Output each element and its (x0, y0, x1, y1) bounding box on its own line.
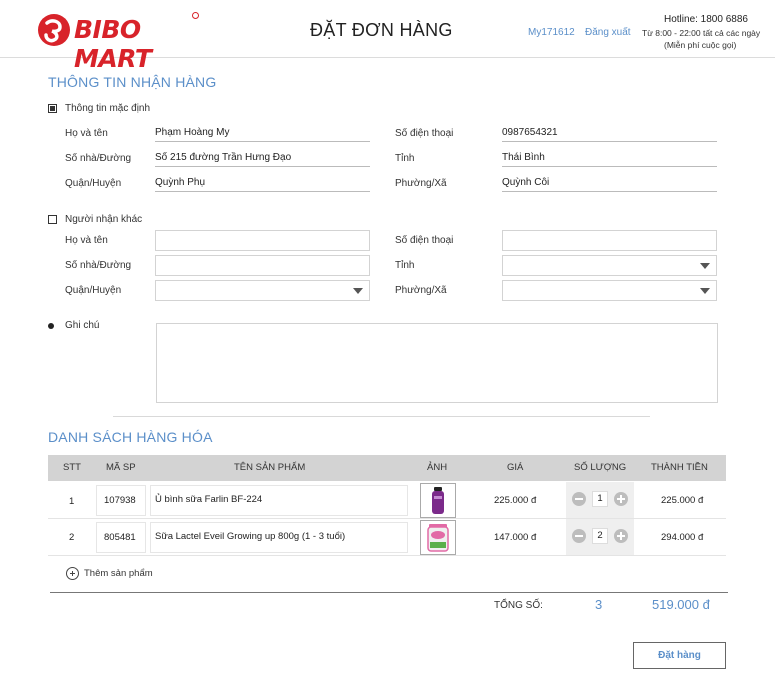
district-label: Quận/Huyện (65, 178, 122, 189)
phone-label: Số điện thoại (395, 128, 454, 139)
name-label: Họ và tên (65, 128, 108, 139)
total-label: TỔNG SỐ: (494, 600, 543, 611)
bottle-warmer-icon (432, 487, 444, 514)
place-order-button[interactable]: Đặt hàng (633, 642, 726, 669)
default-district-value: Quỳnh Phụ (155, 176, 370, 192)
other-address-label: Số nhà/Đường (65, 260, 132, 271)
other-receiver-checkbox[interactable] (48, 215, 57, 224)
row-stt: 1 (69, 496, 75, 507)
product-image-bottle-warmer[interactable] (420, 483, 456, 518)
section-divider (113, 416, 650, 417)
col-quantity: SỐ LƯỢNG (574, 462, 627, 473)
note-label: Ghi chú (65, 320, 100, 331)
note-textarea[interactable] (156, 323, 718, 403)
bibomart-logo[interactable]: BIBO MART (38, 12, 200, 73)
province-label: Tỉnh (395, 153, 415, 164)
product-image-milk-can[interactable] (420, 520, 456, 555)
row-product-name[interactable]: Sữa Lactel Eveil Growing up 800g (1 - 3 … (155, 531, 345, 542)
quantity-stepper: 2 (566, 519, 634, 555)
table-row: 1 107938 Ủ bình sữa Farlin BF-224 225.00… (48, 482, 726, 519)
col-price: GIÁ (507, 462, 524, 473)
default-info-label: Thông tin mặc định (65, 103, 151, 114)
account-link[interactable]: My171612 (528, 27, 575, 38)
receiver-section-title: THÔNG TIN NHẬN HÀNG (48, 74, 217, 90)
add-circle-icon (66, 567, 79, 580)
free-call-note: (Miễn phí cuộc gọi) (664, 40, 737, 50)
logout-link[interactable]: Đăng xuất (585, 27, 631, 38)
other-phone-label: Số điện thoại (395, 235, 454, 246)
chevron-down-icon (353, 288, 363, 294)
other-ward-label: Phường/Xã (395, 285, 447, 296)
milk-can-icon (427, 524, 449, 552)
hotline-text: Hotline: 1800 6886 (664, 14, 748, 25)
chevron-down-icon (700, 263, 710, 269)
products-table-header: STT MÃ SP TÊN SẢN PHẨM ẢNH GIÁ SỐ LƯỢNG … (48, 455, 726, 481)
logo-text: BIBO MART (74, 15, 152, 73)
other-name-input[interactable] (155, 230, 370, 251)
quantity-stepper: 1 (566, 482, 634, 518)
row-name-cell: Ủ bình sữa Farlin BF-224 (150, 485, 408, 516)
quantity-input[interactable]: 1 (592, 491, 608, 507)
default-address-value: Số 215 đường Trần Hưng Đạo (155, 151, 370, 167)
other-name-label: Họ và tên (65, 235, 108, 246)
ward-label: Phường/Xã (395, 178, 447, 189)
row-code: 107938 (104, 495, 136, 506)
hotline-hours: Từ 8:00 - 22:00 tất cả các ngày (642, 28, 761, 38)
col-code: MÃ SP (106, 462, 136, 473)
registered-mark-icon (192, 12, 199, 19)
default-ward-value: Quỳnh Côi (502, 176, 717, 192)
row-price: 147.000 đ (494, 532, 537, 543)
other-phone-input[interactable] (502, 230, 717, 251)
row-code-cell: 805481 (96, 522, 146, 553)
row-total: 294.000 đ (661, 532, 704, 543)
add-product-label: Thêm sản phẩm (84, 568, 153, 579)
row-code: 805481 (104, 532, 136, 543)
default-phone-value: 0987654321 (502, 126, 717, 142)
other-province-label: Tỉnh (395, 260, 415, 271)
minus-icon[interactable] (572, 492, 586, 506)
minus-icon[interactable] (572, 529, 586, 543)
quantity-input[interactable]: 2 (592, 528, 608, 544)
row-name-cell: Sữa Lactel Eveil Growing up 800g (1 - 3 … (150, 522, 408, 553)
other-address-input[interactable] (155, 255, 370, 276)
total-quantity: 3 (595, 597, 603, 612)
row-product-name[interactable]: Ủ bình sữa Farlin BF-224 (155, 494, 262, 505)
default-province-value: Thái Bình (502, 151, 717, 167)
row-price: 225.000 đ (494, 495, 537, 506)
other-receiver-label: Người nhận khác (65, 214, 143, 225)
col-stt: STT (63, 462, 81, 473)
plus-icon[interactable] (614, 529, 628, 543)
row-total: 225.000 đ (661, 495, 704, 506)
ward-select[interactable] (502, 280, 717, 301)
total-amount: 519.000 đ (652, 597, 710, 612)
col-name: TÊN SẢN PHẨM (234, 462, 306, 473)
total-divider (50, 592, 728, 593)
page-title: ĐẶT ĐƠN HÀNG (310, 20, 453, 40)
plus-icon[interactable] (614, 492, 628, 506)
row-stt: 2 (69, 532, 75, 543)
products-section-title: DANH SÁCH HÀNG HÓA (48, 429, 213, 445)
address-label: Số nhà/Đường (65, 153, 132, 164)
col-total: THÀNH TIỀN (651, 462, 708, 473)
province-select[interactable] (502, 255, 717, 276)
logo-mark-icon (38, 14, 70, 46)
header: BIBO MART ĐẶT ĐƠN HÀNG My171612 Đăng xuấ… (0, 0, 775, 73)
col-image: ẢNH (427, 462, 448, 473)
other-district-label: Quận/Huyện (65, 285, 122, 296)
note-bullet-icon (48, 323, 54, 329)
row-code-cell: 107938 (96, 485, 146, 516)
table-row: 2 805481 Sữa Lactel Eveil Growing up 800… (48, 519, 726, 556)
default-info-checkbox[interactable] (48, 104, 57, 113)
district-select[interactable] (155, 280, 370, 301)
default-name-value: Phạm Hoàng My (155, 126, 370, 142)
chevron-down-icon (700, 288, 710, 294)
